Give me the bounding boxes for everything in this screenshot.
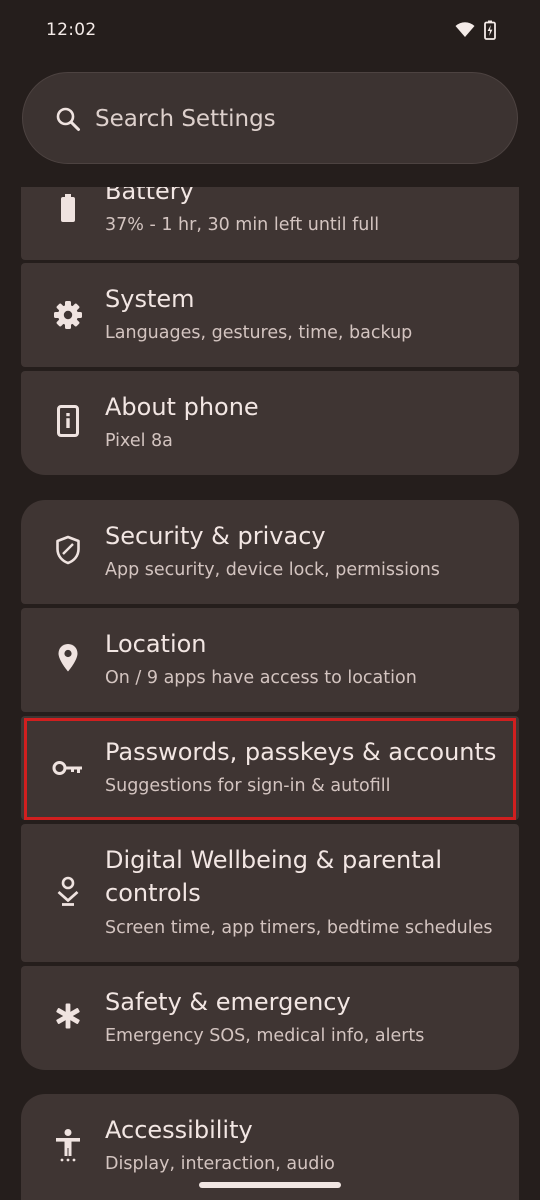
settings-item-subtitle: 37% - 1 hr, 30 min left until full — [105, 215, 380, 235]
home-indicator[interactable] — [199, 1182, 341, 1188]
settings-item-title: Passwords, passkeys & accounts — [105, 738, 497, 766]
settings-item-title: Location — [105, 630, 207, 658]
settings-item-title: Security & privacy — [105, 522, 326, 550]
settings-list[interactable]: Battery 37% - 1 hr, 30 min left until fu… — [0, 187, 540, 1200]
key-icon — [51, 751, 85, 785]
settings-item-subtitle: Suggestions for sign-in & autofill — [105, 776, 391, 796]
settings-item-title: About phone — [105, 393, 259, 421]
shield-icon — [51, 533, 85, 567]
battery-icon — [51, 191, 85, 225]
battery-charging-icon — [484, 20, 496, 40]
search-icon — [56, 107, 80, 131]
settings-item-location[interactable]: Location On / 9 apps have access to loca… — [21, 608, 519, 712]
settings-item-title: Safety & emergency — [105, 988, 351, 1016]
search-bar[interactable] — [22, 72, 518, 164]
settings-item-system[interactable]: System Languages, gestures, time, backup — [21, 263, 519, 367]
settings-item-subtitle: Screen time, app timers, bedtime schedul… — [105, 918, 493, 938]
asterisk-icon — [51, 999, 85, 1033]
settings-item-subtitle: On / 9 apps have access to location — [105, 668, 417, 688]
phone-info-icon — [51, 404, 85, 438]
settings-item-battery[interactable]: Battery 37% - 1 hr, 30 min left until fu… — [21, 187, 519, 260]
accessibility-icon — [51, 1128, 85, 1162]
settings-item-subtitle: Display, interaction, audio — [105, 1154, 335, 1174]
settings-item-title: Battery — [105, 187, 194, 205]
settings-item-title: Accessibility — [105, 1116, 253, 1144]
settings-item-subtitle: Pixel 8a — [105, 431, 173, 451]
wifi-icon — [455, 22, 475, 37]
settings-item-safety-emergency[interactable]: Safety & emergency Emergency SOS, medica… — [21, 966, 519, 1070]
search-input[interactable] — [95, 103, 475, 135]
status-time: 12:02 — [46, 20, 97, 40]
settings-item-passwords-accounts[interactable]: Passwords, passkeys & accounts Suggestio… — [21, 716, 519, 820]
wellbeing-icon — [51, 874, 85, 908]
settings-item-subtitle: Languages, gestures, time, backup — [105, 323, 413, 343]
settings-item-subtitle: Emergency SOS, medical info, alerts — [105, 1026, 425, 1046]
status-icons — [455, 20, 496, 40]
status-bar: 12:02 — [0, 0, 540, 62]
settings-item-title: System — [105, 285, 195, 313]
location-pin-icon — [51, 641, 85, 675]
settings-item-title: Digital Wellbeing & parental controls — [105, 846, 443, 907]
settings-item-digital-wellbeing[interactable]: Digital Wellbeing & parental controls Sc… — [21, 824, 519, 962]
gear-icon — [51, 298, 85, 332]
settings-item-subtitle: App security, device lock, permissions — [105, 560, 440, 580]
settings-item-about-phone[interactable]: About phone Pixel 8a — [21, 371, 519, 475]
settings-item-security-privacy[interactable]: Security & privacy App security, device … — [21, 500, 519, 604]
